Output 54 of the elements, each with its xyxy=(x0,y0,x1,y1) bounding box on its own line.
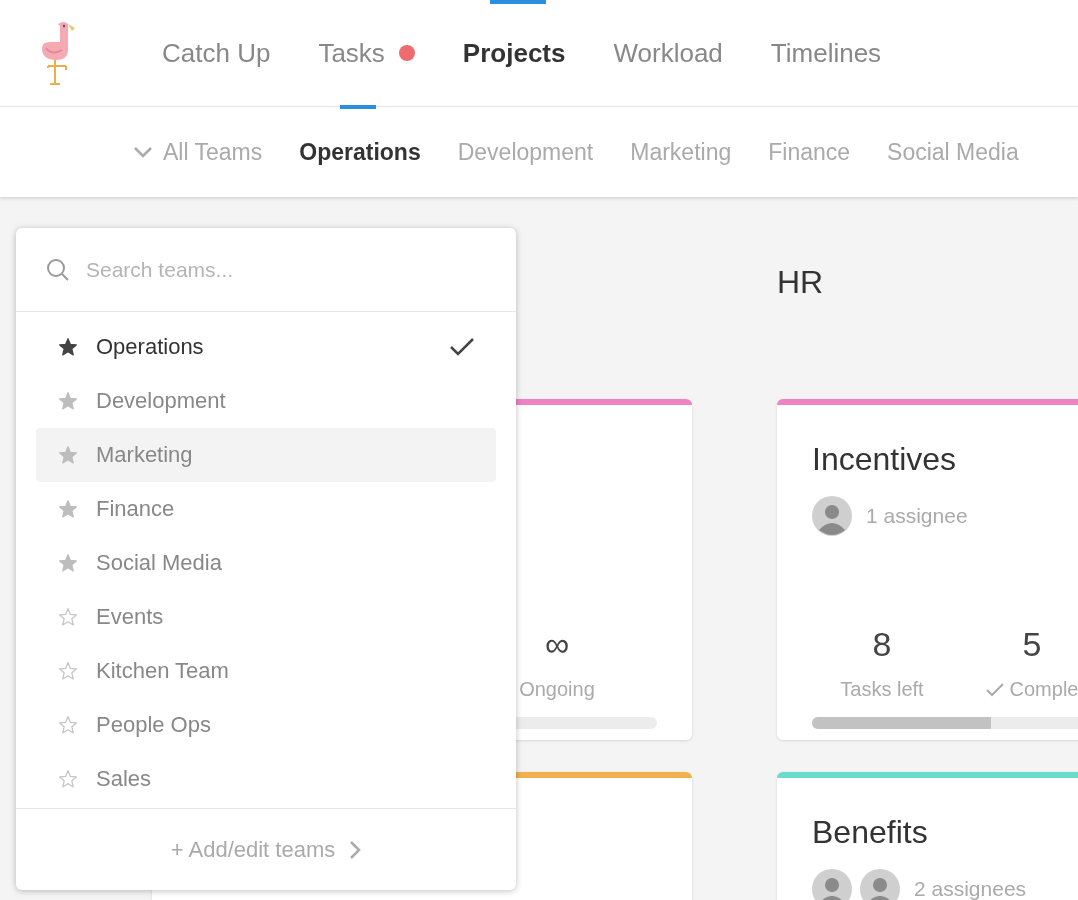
check-icon xyxy=(985,682,1004,697)
nav-tab[interactable]: Projects xyxy=(462,0,566,106)
star-icon[interactable] xyxy=(58,337,78,357)
nav-tab[interactable]: Catch Up xyxy=(162,0,271,106)
chevron-right-icon xyxy=(349,839,362,860)
chevron-down-icon xyxy=(133,146,153,158)
team-item[interactable]: Events xyxy=(36,590,496,644)
card-title: Benefits xyxy=(812,814,929,851)
team-item[interactable]: Kitchen Team xyxy=(36,644,496,698)
team-item[interactable]: Operations xyxy=(36,320,496,374)
team-name: Development xyxy=(96,388,227,414)
avatar xyxy=(812,869,852,900)
search-icon xyxy=(46,257,70,282)
nav-tab[interactable]: Timelines xyxy=(770,0,882,106)
team-name: Events xyxy=(96,604,165,630)
stat-value: ∞ xyxy=(544,625,570,664)
team-tab[interactable]: Marketing xyxy=(630,138,732,166)
team-name: Operations xyxy=(96,334,205,360)
team-name: Marketing xyxy=(96,442,194,468)
team-item[interactable]: Social Media xyxy=(36,536,496,590)
team-tab[interactable]: Operations xyxy=(299,138,421,166)
team-name: People Ops xyxy=(96,712,212,738)
team-tab[interactable]: Finance xyxy=(768,138,851,166)
team-item[interactable]: People Ops xyxy=(36,698,496,752)
team-name: Finance xyxy=(96,496,176,522)
stat-label: Ongoing xyxy=(519,678,595,701)
star-icon[interactable] xyxy=(58,553,78,573)
team-name: Sales xyxy=(96,766,153,792)
star-icon[interactable] xyxy=(58,499,78,519)
column-title: HR xyxy=(777,262,825,302)
nav-tab[interactable]: Workload xyxy=(613,0,723,106)
stat-label: Tasks left xyxy=(840,678,924,701)
star-icon[interactable] xyxy=(58,445,78,465)
stat-value: 5 xyxy=(1022,625,1042,664)
project-card[interactable]: Benefits 2 assignees xyxy=(777,772,1078,900)
team-item[interactable]: Development xyxy=(36,374,496,428)
stat-label: Comple xyxy=(985,678,1078,701)
team-tab[interactable]: Development xyxy=(457,138,594,166)
team-item[interactable]: Sales xyxy=(36,752,496,806)
project-card[interactable]: Incentives 1 assignee 8 Tasks left 5 Comple xyxy=(777,399,1078,740)
team-tab[interactable]: Social Media xyxy=(887,138,1019,166)
assignee-count: 2 assignees xyxy=(914,877,1027,900)
team-name: Kitchen Team xyxy=(96,658,230,684)
avatar xyxy=(812,496,852,536)
team-name: Social Media xyxy=(96,550,223,576)
avatar xyxy=(860,869,900,900)
assignee-count: 1 assignee xyxy=(866,504,968,528)
team-item[interactable]: Marketing xyxy=(36,428,496,482)
star-icon[interactable] xyxy=(58,391,78,411)
team-item[interactable]: Finance xyxy=(36,482,496,536)
add-edit-teams-button[interactable]: + Add/edit teams xyxy=(16,808,516,890)
card-title: Incentives xyxy=(812,441,958,478)
stat-value: 8 xyxy=(872,625,892,664)
team-filter[interactable]: All Teams xyxy=(133,138,263,166)
